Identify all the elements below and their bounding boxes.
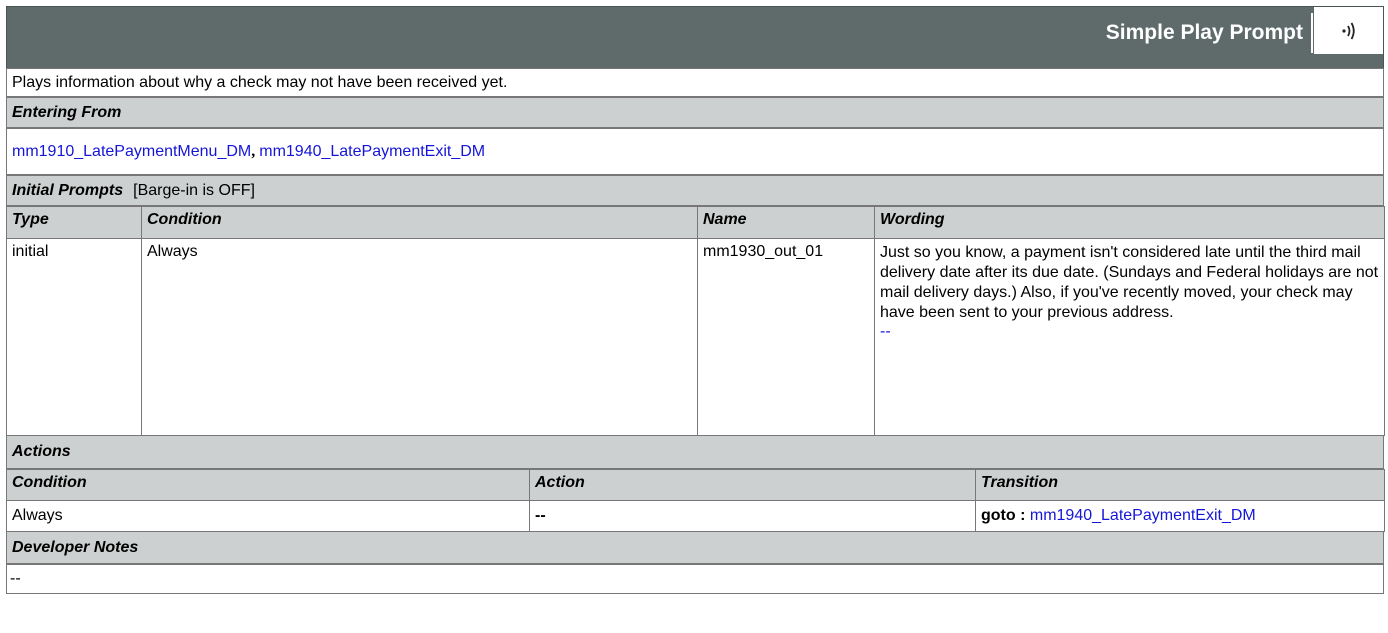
developer-notes-header: Developer Notes (6, 531, 1384, 564)
header-bar: Simple Play Prompt (6, 6, 1384, 68)
prompt-wording: Just so you know, a payment isn't consid… (880, 244, 1379, 321)
initial-prompts-table: Type Condition Name Wording initial Alwa… (6, 206, 1385, 436)
description-row: Plays information about why a check may … (6, 68, 1384, 97)
action-value: -- (529, 500, 976, 532)
page-title: Simple Play Prompt (1105, 21, 1303, 44)
entering-from-row: mm1910_LatePaymentMenu_DM , mm1940_LateP… (6, 128, 1384, 175)
initial-prompts-label: Initial Prompts (12, 181, 124, 199)
prompt-name: mm1930_out_01 (697, 238, 875, 436)
table-header-row: Type Condition Name Wording (6, 206, 1385, 239)
column-header-condition: Condition (6, 469, 530, 501)
action-condition: Always (6, 500, 530, 532)
actions-header: Actions (6, 435, 1384, 469)
header-bottom-band (7, 54, 1383, 68)
table-row: initial Always mm1930_out_01 Just so you… (6, 238, 1385, 436)
column-header-condition: Condition (141, 206, 698, 239)
table-header-row: Condition Action Transition (6, 469, 1385, 501)
initial-prompts-header: Initial Prompts [Barge-in is OFF] (6, 175, 1384, 206)
speaker-icon[interactable] (1337, 19, 1361, 43)
prompt-spec-page: Simple Play Prompt Plays information abo… (0, 0, 1388, 633)
developer-notes-row: -- (6, 564, 1384, 594)
prompt-type: initial (6, 238, 142, 436)
actions-table: Condition Action Transition Always -- go… (6, 469, 1385, 532)
link-separator: , (251, 142, 256, 160)
entering-from-header: Entering From (6, 97, 1384, 128)
audio-cell (1314, 7, 1383, 54)
transition-link[interactable]: mm1940_LatePaymentExit_DM (1030, 507, 1256, 524)
column-header-transition: Transition (975, 469, 1385, 501)
header-divider (1311, 13, 1313, 53)
developer-notes-text: -- (10, 570, 21, 587)
action-transition-cell: goto : mm1940_LatePaymentExit_DM (975, 500, 1385, 532)
description-text: Plays information about why a check may … (12, 73, 508, 91)
entering-from-link-1[interactable]: mm1910_LatePaymentMenu_DM (12, 143, 251, 161)
prompt-wording-cell: Just so you know, a payment isn't consid… (874, 238, 1385, 436)
barge-in-status: [Barge-in is OFF] (133, 181, 255, 199)
prompt-condition: Always (141, 238, 698, 436)
transition-prefix: goto : (981, 507, 1026, 524)
column-header-wording: Wording (874, 206, 1385, 239)
entering-from-label: Entering From (12, 103, 122, 121)
entering-from-link-2[interactable]: mm1940_LatePaymentExit_DM (259, 143, 485, 161)
column-header-name: Name (697, 206, 875, 239)
column-header-action: Action (529, 469, 976, 501)
actions-label: Actions (12, 443, 71, 460)
column-header-type: Type (6, 206, 142, 239)
table-row: Always -- goto : mm1940_LatePaymentExit_… (6, 500, 1385, 532)
developer-notes-label: Developer Notes (12, 538, 139, 556)
prompt-wording-link[interactable]: -- (880, 323, 891, 340)
